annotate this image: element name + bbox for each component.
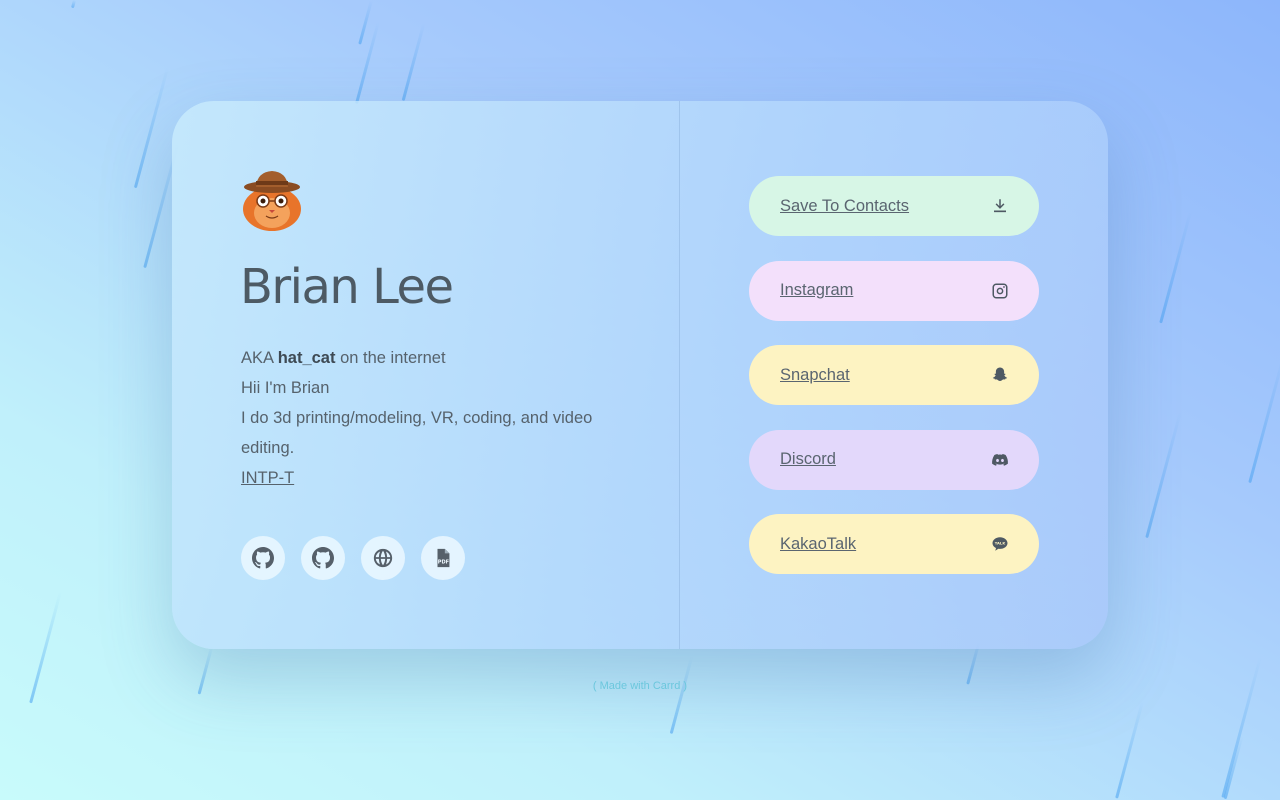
made-with-carrd-credit[interactable]: ( Made with Carrd ) [0,680,1280,692]
bio-hobbies: I do 3d printing/modeling, VR, coding, a… [241,409,593,457]
discord-label: Discord [780,450,836,468]
github-icon-button-2[interactable] [301,536,345,580]
pdf-file-icon: PDF [437,548,450,568]
svg-text:PDF: PDF [438,560,450,566]
aka-suffix: on the internet [335,349,446,367]
save-to-contacts-button[interactable]: Save To Contacts [749,176,1039,236]
snapchat-label: Snapchat [780,365,850,384]
kakaotalk-icon: TALK [992,537,1008,551]
discord-icon [992,453,1008,466]
bio-greeting: Hii I'm Brian [241,379,330,397]
discord-button[interactable]: Discord [749,429,1039,490]
social-icon-row: PDF [241,536,465,580]
profile-card: Brian Lee AKA hat_cat on the internet Hi… [172,101,1108,649]
globe-icon-button[interactable] [361,536,405,580]
pdf-icon-button[interactable]: PDF [421,536,465,580]
personality-link[interactable]: INTP-T [241,469,294,487]
link-buttons: Save To Contacts Instagram Snapchat Disc… [749,176,1039,599]
kakaotalk-button[interactable]: KakaoTalk TALK [749,514,1039,574]
aka-prefix: AKA [241,349,278,367]
snapchat-icon [992,367,1008,381]
download-icon [994,199,1006,213]
kakaotalk-label: KakaoTalk [780,534,857,553]
card-divider [679,101,680,649]
instagram-icon [992,283,1008,298]
snapchat-button[interactable]: Snapchat [749,345,1039,405]
bio-aka-line: AKA hat_cat on the internet [241,343,601,373]
github-icon-button[interactable] [241,536,285,580]
globe-icon [373,548,393,568]
handle: hat_cat [277,349,336,367]
save-to-contacts-label: Save To Contacts [780,196,910,215]
instagram-label: Instagram [780,281,854,299]
instagram-button[interactable]: Instagram [749,260,1039,321]
cat-with-hat-avatar [243,171,301,231]
profile-name: Brian Lee [240,259,454,315]
github-icon [312,547,334,569]
github-icon [252,547,274,569]
profile-bio: AKA hat_cat on the internet Hii I'm Bria… [241,343,601,493]
svg-text:TALK: TALK [995,542,1007,546]
